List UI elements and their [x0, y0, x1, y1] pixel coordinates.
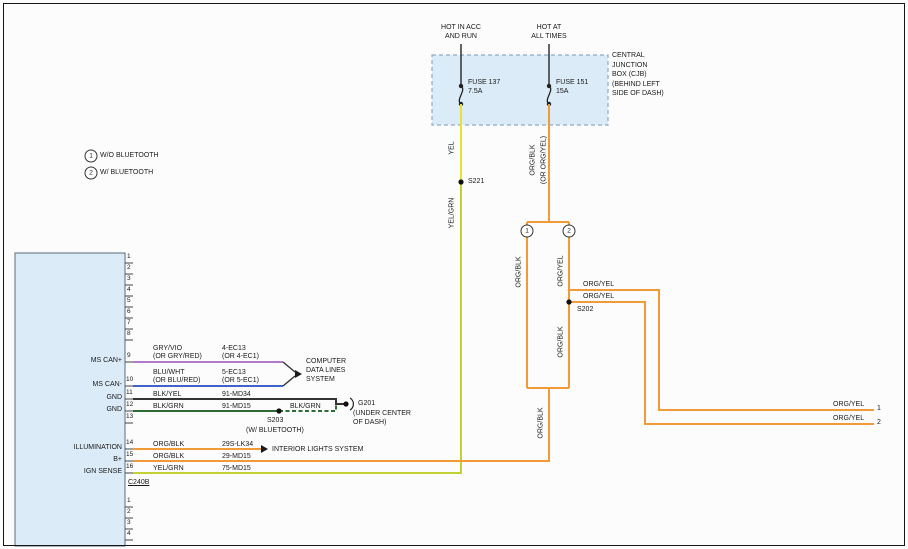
wiring-diagram-page: HOT IN ACC AND RUN HOT AT ALL TIMES FUSE… [0, 0, 908, 549]
page-border [3, 3, 905, 546]
